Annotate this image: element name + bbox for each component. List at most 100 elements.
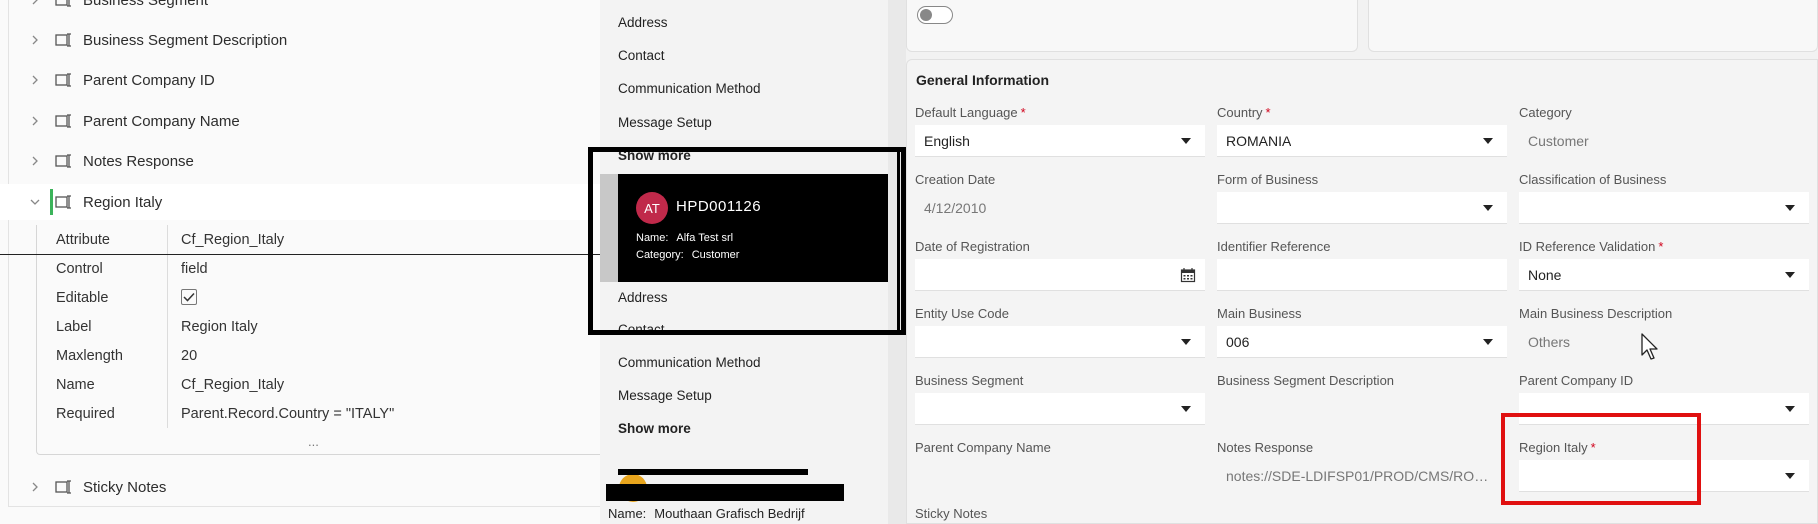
menu-message-setup[interactable]: Message Setup: [618, 115, 712, 130]
property-value[interactable]: Cf_Region_Italy: [181, 232, 284, 248]
notes-response-value[interactable]: notes://SDE-LDIFSP01/PROD/CMS/ROLODEX: [1217, 460, 1507, 492]
country-select[interactable]: ROMANIA: [1217, 125, 1507, 157]
menu-contact[interactable]: Contact: [618, 48, 665, 63]
classification-label: Classification of Business: [1519, 172, 1667, 187]
menu-address[interactable]: Address: [618, 15, 668, 30]
menu-communication-method-2[interactable]: Communication Method: [618, 355, 761, 370]
highlight-frame: [588, 147, 906, 335]
chevron-right-icon[interactable]: [29, 115, 41, 127]
next-record-name[interactable]: Name: Mouthaan Grafisch Bedrijf: [608, 506, 805, 521]
chevron-right-icon[interactable]: [29, 155, 41, 167]
tree-row-sticky-notes[interactable]: Sticky Notes: [0, 469, 600, 505]
chevron-right-icon[interactable]: [29, 0, 41, 6]
property-label: Label Region Italy: [56, 312, 596, 341]
id-reference-validation-select[interactable]: None: [1519, 259, 1809, 291]
business-segment-description-label: Business Segment Description: [1217, 373, 1395, 388]
property-key: Attribute: [56, 231, 110, 248]
toggle-switch[interactable]: [917, 6, 953, 24]
tree-row-parent-company-name[interactable]: Parent Company Name: [0, 103, 600, 139]
selection-indicator: [50, 189, 53, 215]
form-of-business-select[interactable]: [1217, 192, 1507, 224]
identifier-reference-label: Identifier Reference: [1217, 239, 1331, 254]
checkmark-icon: [183, 292, 195, 302]
tree-row-label: Notes Response: [83, 152, 194, 170]
category-label: Category: [1519, 105, 1572, 120]
tree-row-label: Region Italy: [83, 193, 163, 211]
property-value[interactable]: field: [181, 261, 208, 277]
field-icon: [55, 195, 71, 209]
property-key: Required: [56, 405, 115, 422]
dropdown-caret-icon: [1785, 473, 1795, 479]
parent-company-name-value: [915, 460, 1205, 492]
business-segment-description-value: [1217, 393, 1507, 425]
property-value[interactable]: 20: [181, 348, 197, 364]
field-icon: [55, 33, 71, 47]
category-value: Customer: [1528, 133, 1589, 149]
property-key: Name: [56, 376, 95, 393]
dropdown-caret-icon: [1483, 138, 1493, 144]
dropdown-caret-icon: [1785, 272, 1795, 278]
field-icon: [55, 480, 71, 494]
redaction-bar: [606, 484, 844, 501]
tree-row-parent-company-id[interactable]: Parent Company ID: [0, 62, 600, 98]
main-business-select[interactable]: 006: [1217, 326, 1507, 358]
date-of-registration-label: Date of Registration: [915, 239, 1030, 254]
menu-message-setup-2[interactable]: Message Setup: [618, 388, 712, 403]
chevron-right-icon[interactable]: [29, 74, 41, 86]
tree-border-bottom: [8, 506, 600, 507]
tree-row-notes-response[interactable]: Notes Response: [0, 143, 600, 179]
property-editable: Editable: [56, 283, 596, 312]
mouse-cursor-icon: [1641, 333, 1658, 360]
property-value[interactable]: Parent.Record.Country = "ITALY": [181, 406, 394, 422]
drag-line: [0, 254, 600, 255]
show-more-link-2[interactable]: Show more: [618, 421, 691, 436]
main-business-label: Main Business: [1217, 306, 1302, 321]
property-key: Control: [56, 260, 103, 277]
highlight-frame-red: [1501, 413, 1701, 505]
main-business-description-label: Main Business Description: [1519, 306, 1673, 321]
property-key: Label: [56, 318, 92, 335]
chevron-right-icon[interactable]: [29, 34, 41, 46]
highlight-frame-edge: [897, 147, 900, 335]
editable-checkbox[interactable]: [181, 289, 197, 305]
tree-row-label: Business Segment: [83, 0, 209, 9]
property-key: Maxlength: [56, 347, 123, 364]
chevron-right-icon[interactable]: [29, 481, 41, 493]
classification-select[interactable]: [1519, 192, 1809, 224]
dropdown-caret-icon: [1483, 339, 1493, 345]
property-value[interactable]: Region Italy: [181, 319, 258, 335]
redaction-bar: [618, 469, 808, 475]
dropdown-caret-icon: [1785, 205, 1795, 211]
dropdown-caret-icon: [1483, 205, 1493, 211]
property-required: Required Parent.Record.Country = "ITALY": [56, 399, 596, 428]
creation-date-label: Creation Date: [915, 172, 996, 187]
date-of-registration-input[interactable]: [915, 259, 1205, 291]
calendar-icon[interactable]: [1180, 267, 1196, 283]
entity-use-code-label: Entity Use Code: [915, 306, 1009, 321]
property-control: Control field: [56, 254, 596, 283]
tree-row-region-italy[interactable]: Region Italy: [0, 184, 600, 220]
menu-communication-method[interactable]: Communication Method: [618, 81, 761, 96]
default-language-select[interactable]: English: [915, 125, 1205, 157]
field-icon: [55, 114, 71, 128]
business-segment-select[interactable]: [915, 393, 1205, 425]
parent-company-name-label: Parent Company Name: [915, 440, 1051, 455]
dropdown-caret-icon: [1181, 138, 1191, 144]
id-reference-validation-label: ID Reference Validation *: [1519, 239, 1664, 254]
more-ellipsis[interactable]: ...: [308, 434, 319, 449]
chevron-down-icon[interactable]: [29, 196, 41, 208]
tree-row-label: Parent Company Name: [83, 112, 240, 130]
creation-date-value: 4/12/2010: [924, 200, 987, 216]
field-icon: [55, 0, 71, 7]
identifier-reference-input[interactable]: [1217, 259, 1507, 291]
tree-row-label: Parent Company ID: [83, 71, 215, 89]
notes-response-label: Notes Response: [1217, 440, 1314, 455]
tree-row-label: Sticky Notes: [83, 478, 167, 496]
tree-row-business-segment-description[interactable]: Business Segment Description: [0, 22, 600, 58]
property-attribute: Attribute Cf_Region_Italy: [56, 225, 596, 254]
tree-row-business-segment[interactable]: Business Segment: [0, 0, 600, 18]
entity-use-code-select[interactable]: [915, 326, 1205, 358]
top-card-right: [1368, 0, 1818, 52]
property-value[interactable]: Cf_Region_Italy: [181, 377, 284, 393]
property-maxlength: Maxlength 20: [56, 341, 596, 370]
